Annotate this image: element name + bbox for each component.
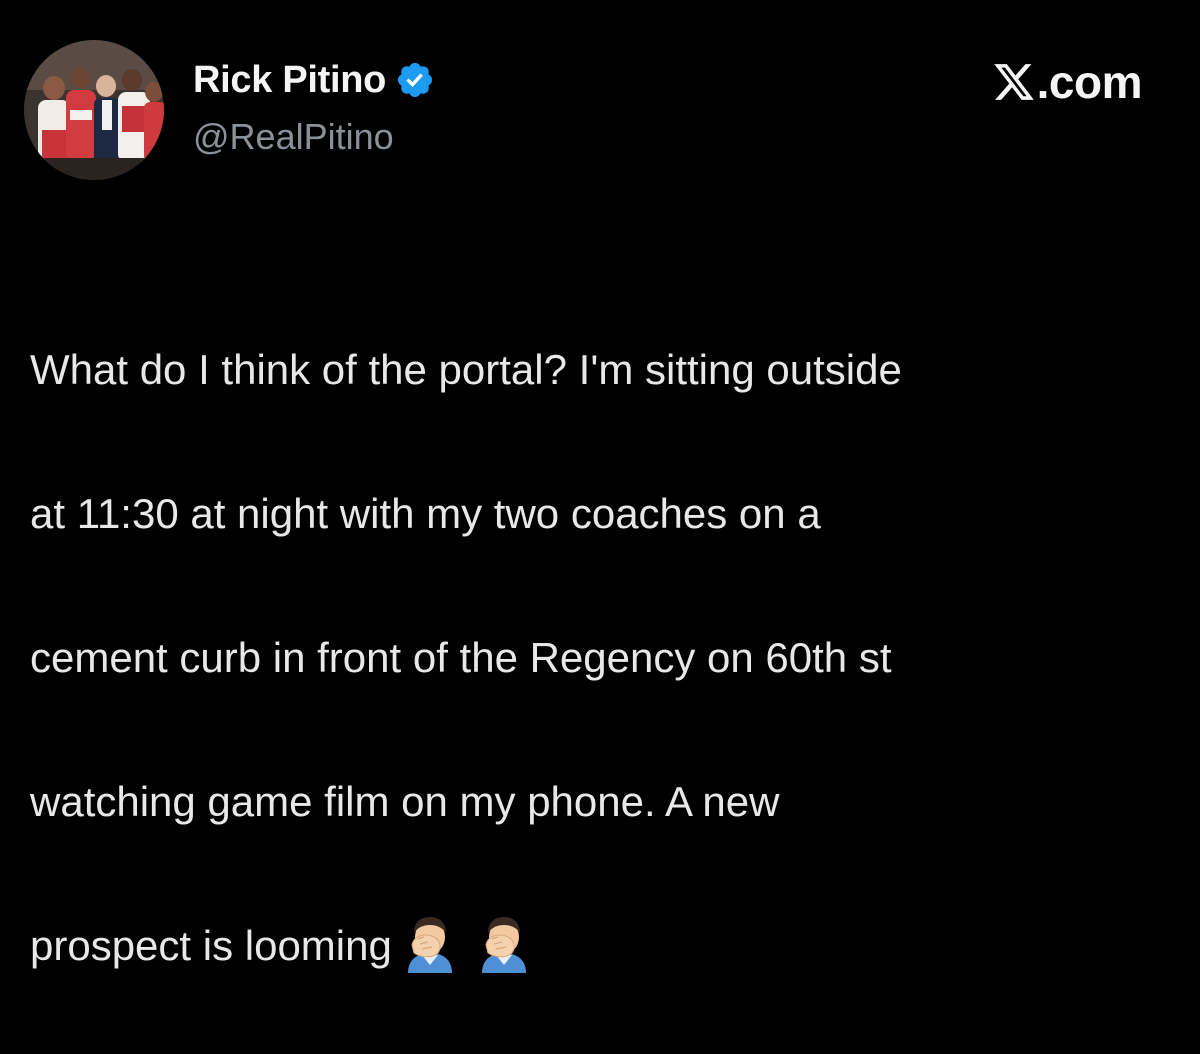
tweet-text-last-line: prospect is looming [30, 910, 1180, 982]
x-logo-icon [992, 60, 1036, 104]
tweet-text-line: What do I think of the portal? I'm sitti… [30, 346, 902, 393]
brand-text: .com [1036, 56, 1143, 108]
emoji-group [400, 916, 548, 979]
verified-badge-icon [395, 60, 435, 100]
tweet-body: What do I think of the portal? I'm sitti… [30, 262, 1180, 1054]
brand-logo: .com [992, 56, 1143, 108]
author-name-row: Rick Pitino [193, 56, 435, 104]
tweet-text-line: watching game film on my phone. A new [30, 778, 780, 825]
tweet-card: Rick Pitino @RealPitino .com What do I t… [0, 0, 1200, 973]
tweet-text-line: at 11:30 at night with my two coaches on… [30, 490, 821, 537]
author-display-name[interactable]: Rick Pitino [193, 59, 386, 102]
tweet-text-line: cement curb in front of the Regency on 6… [30, 634, 892, 681]
facepalm-icon [400, 915, 460, 975]
author-handle[interactable]: @RealPitino [193, 116, 394, 158]
author-avatar[interactable] [24, 40, 164, 180]
tweet-text-line: prospect is looming [30, 922, 392, 969]
facepalm-icon [474, 915, 534, 975]
